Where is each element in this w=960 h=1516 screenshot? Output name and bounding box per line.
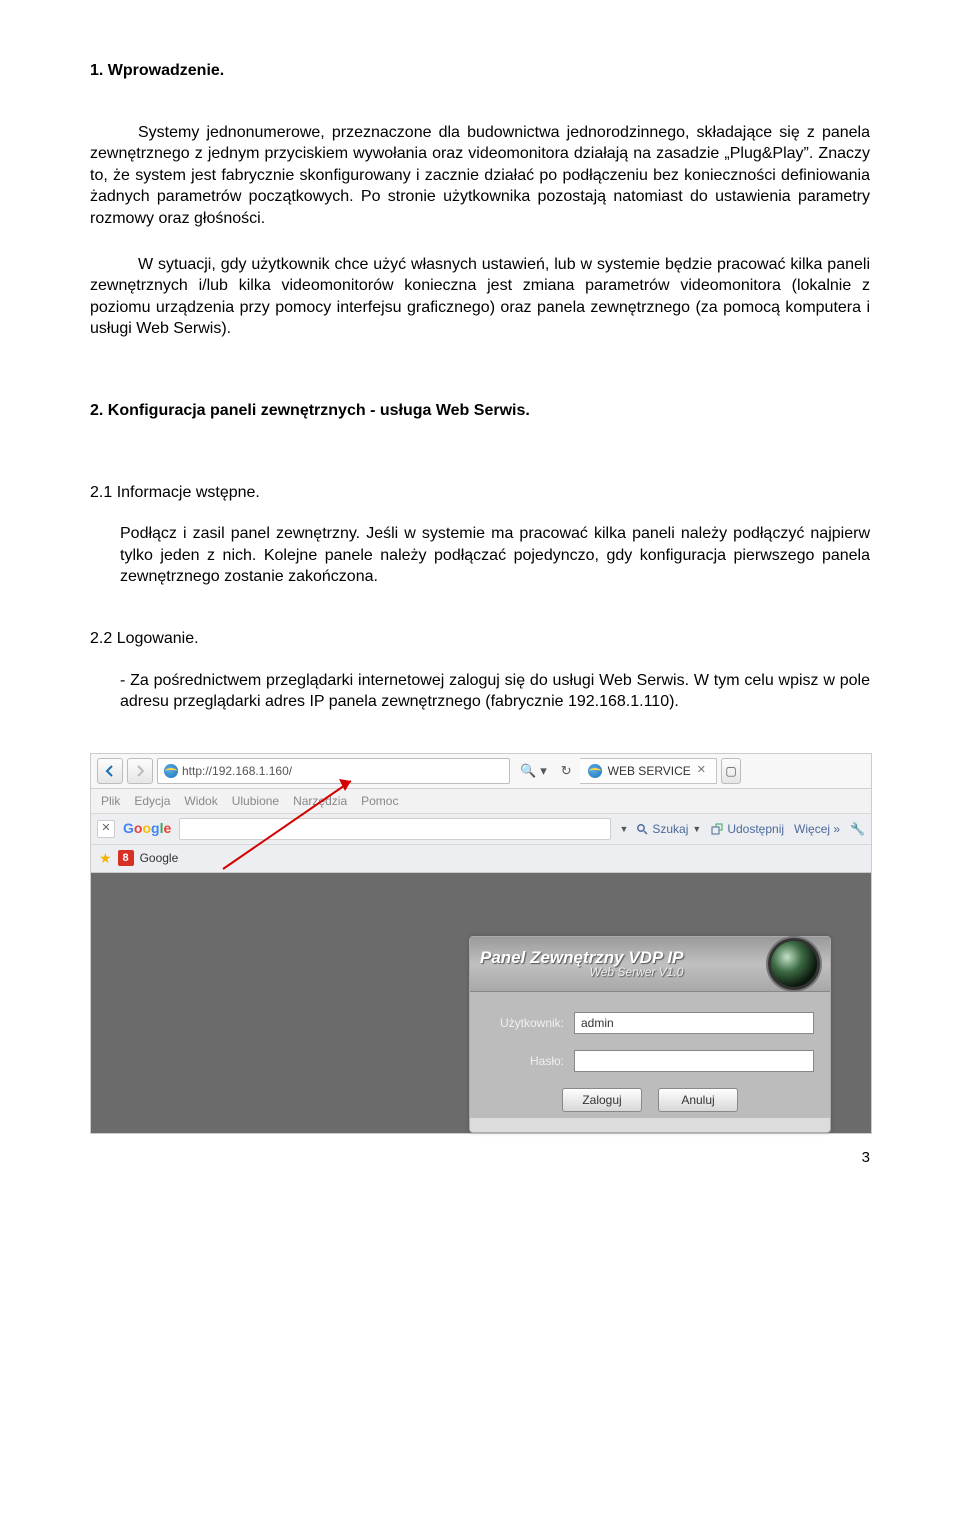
login-form: Użytkownik: Hasło: Zaloguj Anuluj [470,992,830,1118]
refresh-icon[interactable]: ↻ [557,762,576,780]
login-title-line2: Web Serwer V1.0 [480,966,683,979]
heading-sub-2-1: 2.1 Informacje wstępne. [90,482,870,504]
paragraph-2: W sytuacji, gdy użytkownik chce użyć wła… [90,254,870,340]
back-arrow-icon [104,765,116,777]
toolbar-share-label: Udostępnij [727,821,784,837]
username-input[interactable] [574,1012,814,1034]
forward-arrow-icon [134,765,146,777]
login-header: Panel Zewnętrzny VDP IP Web Serwer V1.0 [470,937,830,992]
browser-nav-bar: http://192.168.1.160/ 🔍 ▾ ↻ WEB SERVICE … [91,754,871,789]
tab-favicon-icon [588,764,602,778]
password-input[interactable] [574,1050,814,1072]
url-text: http://192.168.1.160/ [182,763,292,779]
favorites-bar: ★ 8 Google [91,845,871,873]
browser-tab[interactable]: WEB SERVICE ✕ [580,758,717,784]
search-dropdown-caret-icon[interactable]: ▼ [619,823,628,835]
toolbar-share-button[interactable]: Udostępnij [711,821,784,837]
camera-lens-icon [768,938,820,990]
google-bookmark-icon[interactable]: 8 [118,850,134,866]
magnifier-icon [636,823,648,835]
share-icon [711,823,723,835]
google-logo: Google [123,819,171,838]
toolbar-close-button[interactable]: ✕ [97,820,115,838]
paragraph-2-1: Podłącz i zasil panel zewnętrzny. Jeśli … [120,523,870,588]
cancel-button[interactable]: Anuluj [658,1088,738,1112]
tab-title: WEB SERVICE [608,763,691,779]
password-label: Hasło: [486,1053,564,1069]
login-panel: Panel Zewnętrzny VDP IP Web Serwer V1.0 … [469,936,831,1133]
heading-sub-2-2: 2.2 Logowanie. [90,628,870,650]
toolbar-more-button[interactable]: Więcej » [794,821,840,837]
heading-intro: 1. Wprowadzenie. [90,60,870,82]
favorites-star-icon[interactable]: ★ [99,849,112,868]
paragraph-1: Systemy jednonumerowe, przeznaczone dla … [90,122,870,230]
page-number: 3 [90,1134,870,1168]
menu-edit[interactable]: Edycja [134,793,170,809]
page-content: Panel Zewnętrzny VDP IP Web Serwer V1.0 … [91,873,871,1133]
tab-close-icon[interactable]: ✕ [697,763,706,778]
user-label: Użytkownik: [486,1015,564,1031]
google-search-input[interactable] [179,818,611,840]
forward-button[interactable] [127,758,153,784]
menu-fav[interactable]: Ulubione [232,793,279,809]
back-button[interactable] [97,758,123,784]
toolbar-search-button[interactable]: Szukaj ▼ [636,821,701,837]
toolbar-settings-icon[interactable]: 🔧 [850,821,865,837]
paragraph-2-2: - Za pośrednictwem przeglądarki internet… [120,670,870,713]
login-button[interactable]: Zaloguj [562,1088,642,1112]
bookmark-google[interactable]: Google [140,850,179,866]
login-title: Panel Zewnętrzny VDP IP Web Serwer V1.0 [480,949,683,979]
new-tab-button[interactable]: ▢ [721,758,741,784]
menu-view[interactable]: Widok [184,793,217,809]
ie-icon [164,764,178,778]
login-title-line1: Panel Zewnętrzny VDP IP [480,948,683,967]
browser-window: http://192.168.1.160/ 🔍 ▾ ↻ WEB SERVICE … [90,753,872,1134]
menu-help[interactable]: Pomoc [361,793,398,809]
google-toolbar: ✕ Google ▼ Szukaj ▼ Udostępnij Więcej » … [91,814,871,845]
menu-file[interactable]: Plik [101,793,120,809]
heading-section-2: 2. Konfiguracja paneli zewnętrznych - us… [90,400,870,422]
search-dropdown-icon[interactable]: 🔍 ▾ [514,762,552,780]
address-bar[interactable]: http://192.168.1.160/ [157,758,510,784]
toolbar-search-label: Szukaj [652,821,688,837]
menu-bar: Plik Edycja Widok Ulubione Narzędzia Pom… [91,789,871,814]
menu-tools[interactable]: Narzędzia [293,793,347,809]
